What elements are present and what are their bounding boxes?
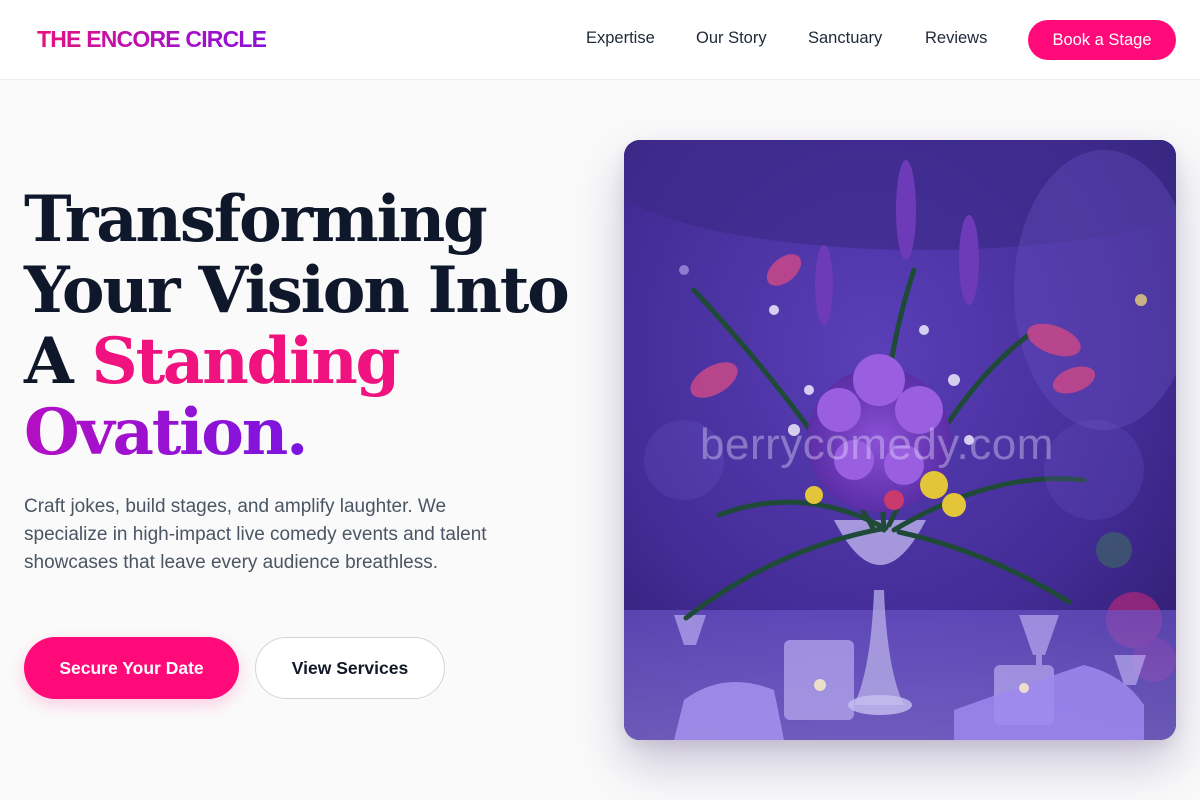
hero-headline: Transforming Your Vision Into A Standing… [24,184,594,468]
brand-logo[interactable]: THE ENCORE CIRCLE [37,26,267,53]
view-services-button[interactable]: View Services [255,637,445,699]
headline-highlight: Standing [91,324,401,399]
site-header: THE ENCORE CIRCLE Expertise Our Story Sa… [0,0,1200,80]
hero-image: berrycomedy.com [624,140,1176,740]
headline-line-3: A Standing [24,326,594,397]
nav-link-sanctuary[interactable]: Sanctuary [808,29,882,48]
book-a-stage-button[interactable]: Book a Stage [1028,20,1176,60]
nav-link-expertise[interactable]: Expertise [586,29,655,48]
floral-centerpiece-illustration [624,140,1176,740]
headline-line-4: Ovation. [24,395,308,470]
hero-description: Craft jokes, build stages, and amplify l… [24,496,487,573]
headline-line-2: Your Vision Into [24,253,570,328]
nav-link-our-story[interactable]: Our Story [696,29,767,48]
nav-link-reviews[interactable]: Reviews [925,29,987,48]
headline-prefix: A [24,324,92,399]
secure-your-date-button[interactable]: Secure Your Date [24,637,239,699]
headline-line-1: Transforming [24,182,488,257]
